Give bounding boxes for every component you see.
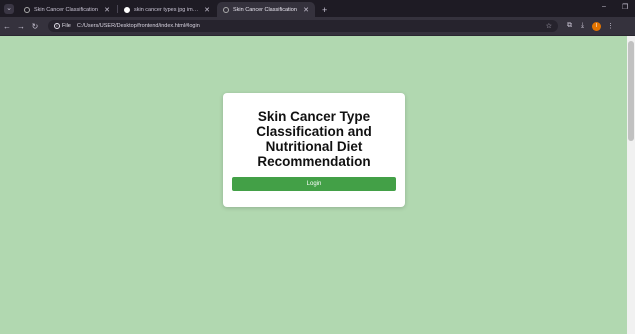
scrollbar[interactable] <box>627 36 635 334</box>
login-card: Skin Cancer Type Classification and Nutr… <box>223 93 405 207</box>
forward-icon[interactable]: → <box>14 22 28 31</box>
site-info-chip[interactable]: i File <box>54 23 71 29</box>
back-icon[interactable]: ← <box>0 22 14 31</box>
bookmark-star-icon[interactable]: ☆ <box>546 22 552 30</box>
close-icon[interactable]: ✕ <box>303 6 309 14</box>
info-icon: i <box>54 23 60 29</box>
address-bar[interactable]: i File C:/Users/USER/Desktop/frontend/in… <box>48 20 558 32</box>
google-icon <box>124 6 130 13</box>
close-icon[interactable]: ✕ <box>204 6 210 14</box>
profile-avatar[interactable]: I <box>592 21 602 31</box>
extensions-icon[interactable]: ⧉ <box>567 22 572 30</box>
tab-title: Skin Cancer Classification <box>34 6 98 13</box>
scheme-label: File <box>62 23 71 29</box>
new-tab-button[interactable]: + <box>322 5 327 15</box>
close-icon[interactable]: ✕ <box>104 6 110 14</box>
tab-skin-cancer-1[interactable]: Skin Cancer Classification ✕ <box>18 2 116 17</box>
tab-skin-cancer-active[interactable]: Skin Cancer Classification ✕ <box>217 2 315 17</box>
reload-icon[interactable]: ↻ <box>28 22 42 31</box>
globe-icon <box>24 6 30 13</box>
page-title: Skin Cancer Type Classification and Nutr… <box>256 109 372 169</box>
tab-title: skin cancer types jpg images... <box>134 6 201 13</box>
url-text[interactable]: C:/Users/USER/Desktop/frontend/index.htm… <box>77 23 200 29</box>
globe-icon <box>223 6 229 13</box>
restore-icon[interactable]: ❐ <box>622 3 628 11</box>
minimize-icon[interactable]: – <box>602 3 606 10</box>
tab-title: Skin Cancer Classification <box>233 6 297 13</box>
tab-google-images[interactable]: skin cancer types jpg images... ✕ <box>118 2 216 17</box>
download-icon[interactable]: ⤓ <box>581 22 584 30</box>
scrollbar-thumb[interactable] <box>628 41 634 141</box>
login-button[interactable]: Login <box>232 177 396 191</box>
browser-toolbar: ← → ↻ i File C:/Users/USER/Desktop/front… <box>0 17 635 36</box>
tab-bar: ⌄ Skin Cancer Classification ✕ skin canc… <box>0 0 635 17</box>
menu-icon[interactable]: ⋮ <box>607 22 614 30</box>
tab-search-icon[interactable]: ⌄ <box>4 4 14 14</box>
